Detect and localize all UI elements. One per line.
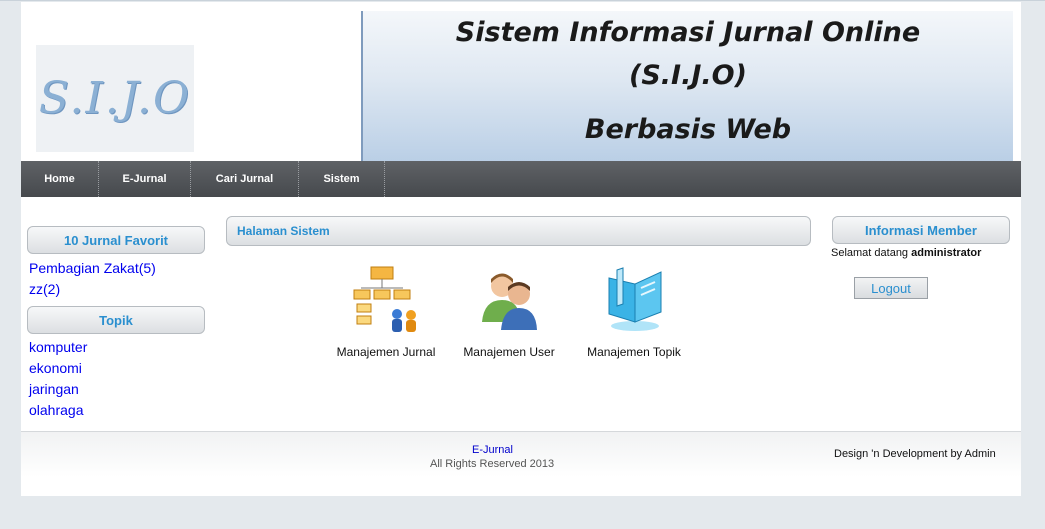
- top-border: [0, 0, 1045, 1]
- topics-header: Topik: [27, 306, 205, 334]
- logo-text: S.I.J.O: [38, 73, 192, 124]
- users-icon: [482, 273, 537, 330]
- topic-link[interactable]: komputer: [29, 339, 87, 355]
- manajemen-topik-label: Manajemen Topik: [587, 345, 681, 359]
- credit-text: Design 'n Development by Admin: [834, 448, 996, 460]
- favorites-header: 10 Jurnal Favorit: [27, 226, 205, 254]
- logout-button[interactable]: Logout: [854, 277, 928, 299]
- manajemen-user-label: Manajemen User: [463, 345, 555, 359]
- welcome-text: Selamat datang administrator: [831, 247, 981, 259]
- manajemen-jurnal-button[interactable]: Manajemen Jurnal: [331, 264, 441, 359]
- topic-link[interactable]: olahraga: [29, 402, 84, 418]
- topic-link[interactable]: ekonomi: [29, 360, 82, 376]
- banner-title: Sistem Informasi Jurnal Online: [455, 17, 921, 48]
- manajemen-user-button[interactable]: Manajemen User: [459, 264, 559, 359]
- banner-abbrev: (S.I.J.O): [629, 60, 747, 91]
- page-container: S.I.J.O Sistem Informasi Jurnal Online (…: [21, 2, 1021, 496]
- org-chart-icon: [353, 266, 416, 332]
- favorite-link[interactable]: zz(2): [29, 281, 60, 297]
- site-logo: S.I.J.O: [36, 45, 194, 152]
- main-nav: Home E-Jurnal Cari Jurnal Sistem: [21, 161, 1021, 197]
- nav-e-jurnal[interactable]: E-Jurnal: [99, 161, 191, 197]
- book-icon: [608, 267, 662, 331]
- greeting-text: Selamat datang: [831, 247, 909, 259]
- member-info-header: Informasi Member: [832, 216, 1010, 244]
- nav-sistem[interactable]: Sistem: [299, 161, 385, 197]
- manajemen-jurnal-label: Manajemen Jurnal: [336, 345, 436, 359]
- copyright-text: All Rights Reserved 2013: [430, 458, 555, 470]
- main-title: Halaman Sistem: [226, 216, 811, 246]
- header-banner: Sistem Informasi Jurnal Online (S.I.J.O)…: [361, 11, 1013, 161]
- footer: E-Jurnal All Rights Reserved 2013 Design…: [21, 431, 1021, 477]
- nav-home[interactable]: Home: [21, 161, 99, 197]
- footer-link[interactable]: E-Jurnal: [472, 444, 513, 456]
- username: administrator: [911, 247, 982, 259]
- nav-cari-jurnal[interactable]: Cari Jurnal: [191, 161, 299, 197]
- favorite-link[interactable]: Pembagian Zakat(5): [29, 260, 156, 276]
- banner-subtitle: Berbasis Web: [584, 114, 792, 145]
- manajemen-topik-button[interactable]: Manajemen Topik: [579, 264, 689, 359]
- topic-link[interactable]: jaringan: [29, 381, 79, 397]
